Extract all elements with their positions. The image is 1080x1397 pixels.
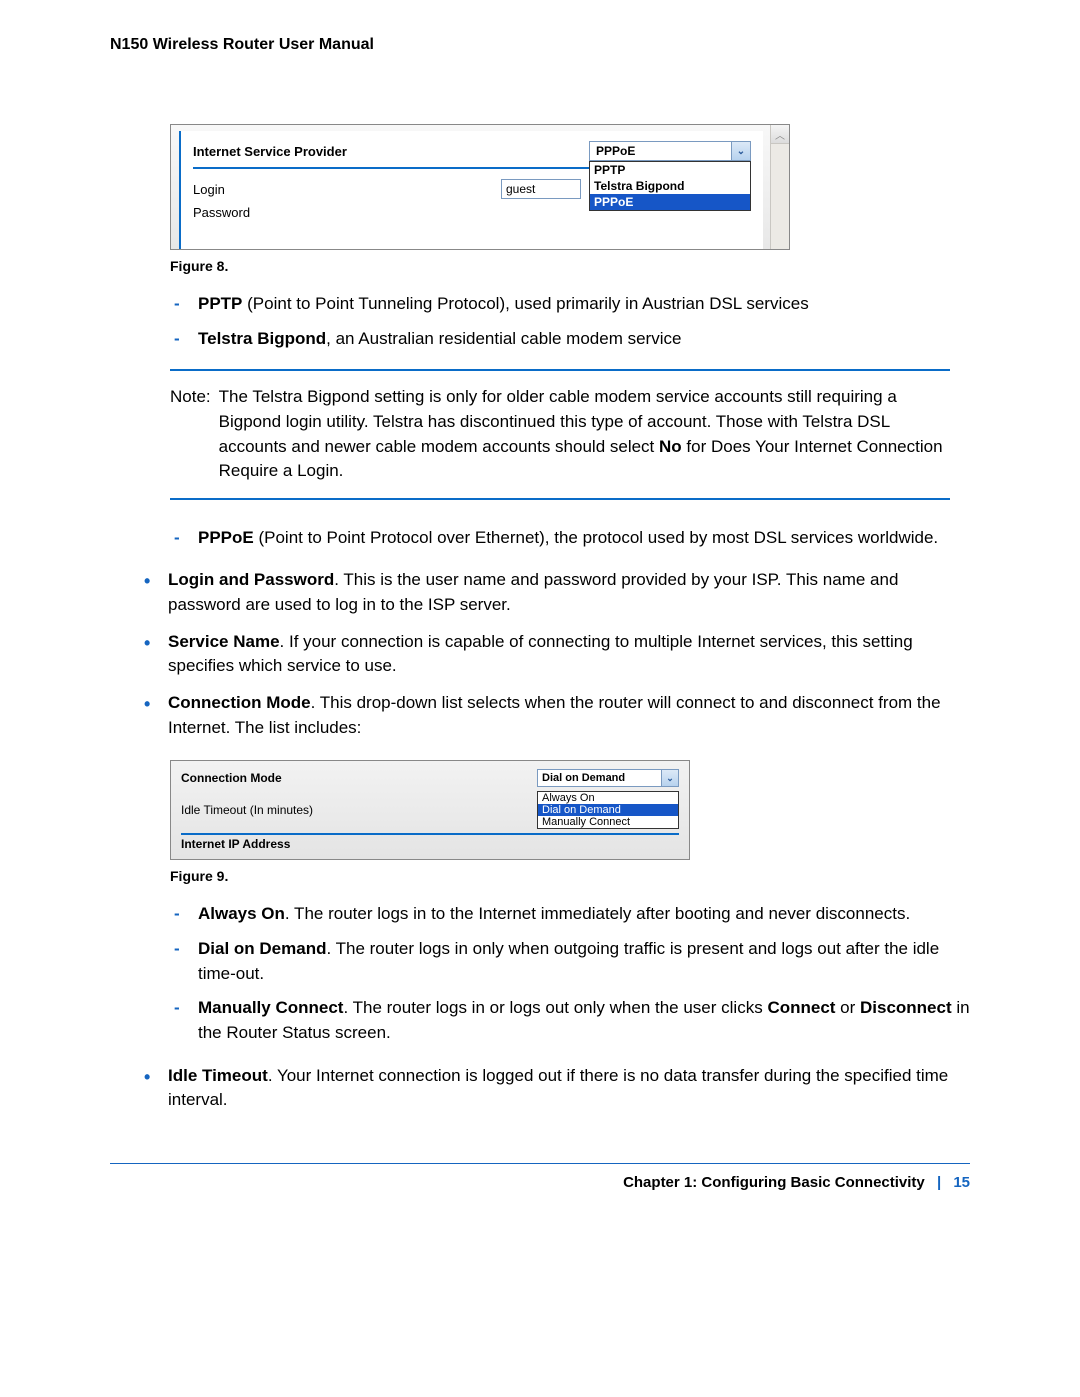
- figure-9: Connection Mode Dial on Demand ⌄ Idle Ti…: [170, 760, 970, 860]
- login-label: Login: [193, 182, 225, 197]
- figure-9-caption: Figure 9.: [170, 868, 970, 884]
- list-item: Idle Timeout. Your Internet connection i…: [140, 1064, 970, 1113]
- isp-option-pppoe[interactable]: PPPoE: [590, 194, 750, 210]
- page-footer: Chapter 1: Configuring Basic Connectivit…: [110, 1174, 970, 1191]
- scroll-up-icon: ︿: [771, 125, 789, 144]
- note-label: Note:: [170, 385, 219, 484]
- isp-option-pptp[interactable]: PPTP: [590, 162, 750, 178]
- conn-mode-select[interactable]: Dial on Demand ⌄: [537, 769, 679, 787]
- footer-rule: [110, 1163, 970, 1164]
- idle-timeout-label: Idle Timeout (In minutes): [181, 803, 313, 817]
- chevron-down-icon: ⌄: [661, 770, 678, 786]
- note-body: The Telstra Bigpond setting is only for …: [219, 385, 950, 484]
- list-item: Telstra Bigpond, an Australian residenti…: [170, 327, 970, 352]
- scrollbar: ︿: [770, 125, 789, 249]
- note-block: Note: The Telstra Bigpond setting is onl…: [170, 369, 950, 500]
- list-item: Login and Password. This is the user nam…: [140, 568, 970, 617]
- conn-mode-value: Dial on Demand: [538, 771, 661, 785]
- conn-mode-dropdown[interactable]: Always On Dial on Demand Manually Connec…: [537, 791, 679, 829]
- isp-select[interactable]: PPPoE ⌄: [589, 141, 751, 161]
- login-field[interactable]: guest: [501, 179, 581, 199]
- isp-select-value: PPPoE: [590, 142, 731, 160]
- list-item: PPPoE (Point to Point Protocol over Ethe…: [170, 526, 970, 551]
- conn-option-manual[interactable]: Manually Connect: [538, 816, 678, 828]
- list-item: Connection Mode. This drop-down list sel…: [140, 691, 970, 740]
- footer-separator: |: [929, 1174, 949, 1191]
- isp-option-telstra[interactable]: Telstra Bigpond: [590, 178, 750, 194]
- doc-title: N150 Wireless Router User Manual: [110, 36, 970, 54]
- isp-label: Internet Service Provider: [193, 144, 347, 159]
- list-item: Always On. The router logs in to the Int…: [170, 902, 970, 927]
- figure-8-caption: Figure 8.: [170, 258, 970, 274]
- ip-address-label: Internet IP Address: [181, 837, 290, 851]
- password-label: Password: [193, 205, 250, 220]
- list-item: PPTP (Point to Point Tunneling Protocol)…: [170, 292, 970, 317]
- conn-option-dial[interactable]: Dial on Demand: [538, 804, 678, 816]
- list-item: Dial on Demand. The router logs in only …: [170, 937, 970, 986]
- conn-mode-label: Connection Mode: [181, 771, 282, 785]
- isp-dropdown[interactable]: PPTP Telstra Bigpond PPPoE: [589, 161, 751, 211]
- figure-8: ︿ Internet Service Provider PPPoE ⌄ PPTP…: [170, 124, 970, 250]
- chapter-label: Chapter 1: Configuring Basic Connectivit…: [623, 1174, 925, 1191]
- chevron-down-icon: ⌄: [731, 142, 750, 160]
- list-item: Manually Connect. The router logs in or …: [170, 996, 970, 1045]
- conn-option-always[interactable]: Always On: [538, 792, 678, 804]
- page-number: 15: [953, 1174, 970, 1191]
- list-item: Service Name. If your connection is capa…: [140, 630, 970, 679]
